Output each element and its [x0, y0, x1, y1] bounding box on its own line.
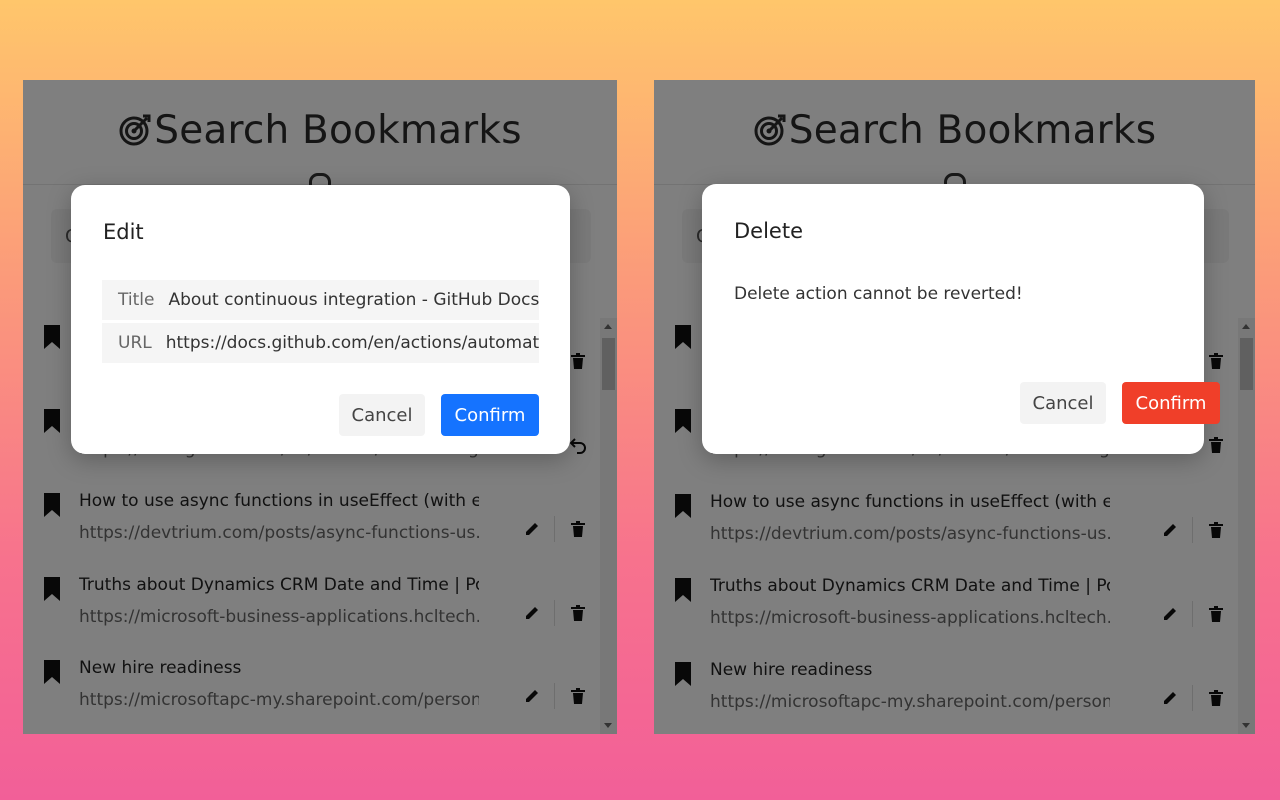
edit-dialog: Edit Title About continuous integration … [71, 185, 570, 454]
extension-popup-edit: Search Bookmarks Q https://docs.github.c… [23, 80, 617, 734]
cancel-button[interactable]: Cancel [339, 394, 425, 436]
cancel-button[interactable]: Cancel [1020, 382, 1106, 424]
title-field-value[interactable]: About continuous integration - GitHub Do… [168, 290, 539, 310]
title-field[interactable]: Title About continuous integration - Git… [102, 280, 539, 320]
confirm-button[interactable]: Confirm [441, 394, 539, 436]
delete-dialog: Delete Delete action cannot be reverted!… [702, 184, 1220, 454]
dialog-message: Delete action cannot be reverted! [734, 284, 1023, 304]
extension-popup-delete: Search Bookmarks Q https://docs.github.c… [654, 80, 1255, 734]
url-field-label: URL [118, 333, 152, 353]
title-field-label: Title [118, 290, 155, 310]
confirm-button[interactable]: Confirm [1122, 382, 1220, 424]
url-field-value[interactable]: https://docs.github.com/en/actions/autom… [166, 333, 539, 353]
dialog-title: Delete [734, 219, 803, 243]
url-field[interactable]: URL https://docs.github.com/en/actions/a… [102, 323, 539, 363]
dialog-title: Edit [103, 220, 144, 244]
